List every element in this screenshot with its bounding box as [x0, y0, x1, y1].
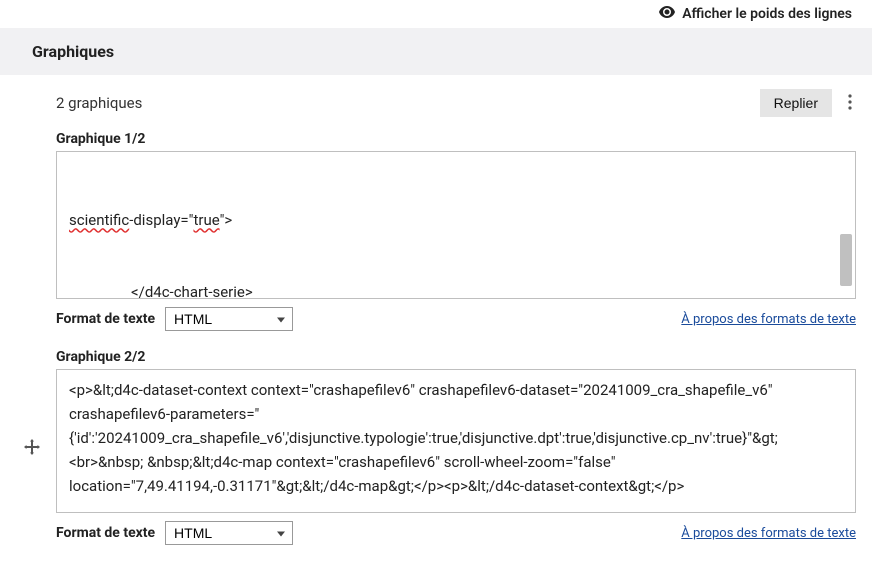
- graphique-1-textarea[interactable]: scientific-display="true"> </d4c-chart-s…: [56, 151, 856, 299]
- scrollbar[interactable]: [839, 154, 853, 296]
- format-label-1: Format de texte: [56, 311, 155, 327]
- format-select-2[interactable]: HTML: [165, 521, 293, 545]
- code-line: </d4c-chart-serie>: [69, 280, 843, 298]
- code-token: true: [193, 211, 219, 229]
- code-token: ">: [220, 211, 233, 229]
- graphique-2-textarea[interactable]: <p>&lt;d4c-dataset-context context="cras…: [56, 369, 856, 513]
- graphique-1-label: Graphique 1/2: [56, 131, 856, 147]
- format-help-link-2[interactable]: À propos des formats de texte: [681, 526, 856, 541]
- row-weights-toggle[interactable]: Afficher le poids des lignes: [0, 0, 872, 28]
- format-select-1[interactable]: HTML: [165, 307, 293, 331]
- code-token: -display=": [129, 211, 193, 229]
- graphique-2-label: Graphique 2/2: [56, 349, 856, 365]
- section-title: Graphiques: [0, 28, 872, 75]
- more-options-button[interactable]: [844, 92, 856, 115]
- vertical-dots-icon: [848, 94, 852, 110]
- code-token: scientific: [69, 211, 129, 229]
- eye-icon: [659, 6, 675, 22]
- format-help-link-1[interactable]: À propos des formats de texte: [681, 312, 856, 327]
- format-label-2: Format de texte: [56, 525, 155, 541]
- code-content-2: <p>&lt;d4c-dataset-context context="cras…: [57, 370, 855, 512]
- replier-button[interactable]: Replier: [760, 89, 832, 117]
- row-weights-label: Afficher le poids des lignes: [682, 6, 852, 22]
- drag-handle-icon[interactable]: [24, 439, 40, 455]
- graphiques-count: 2 graphiques: [56, 94, 142, 112]
- scroll-thumb[interactable]: [840, 234, 852, 286]
